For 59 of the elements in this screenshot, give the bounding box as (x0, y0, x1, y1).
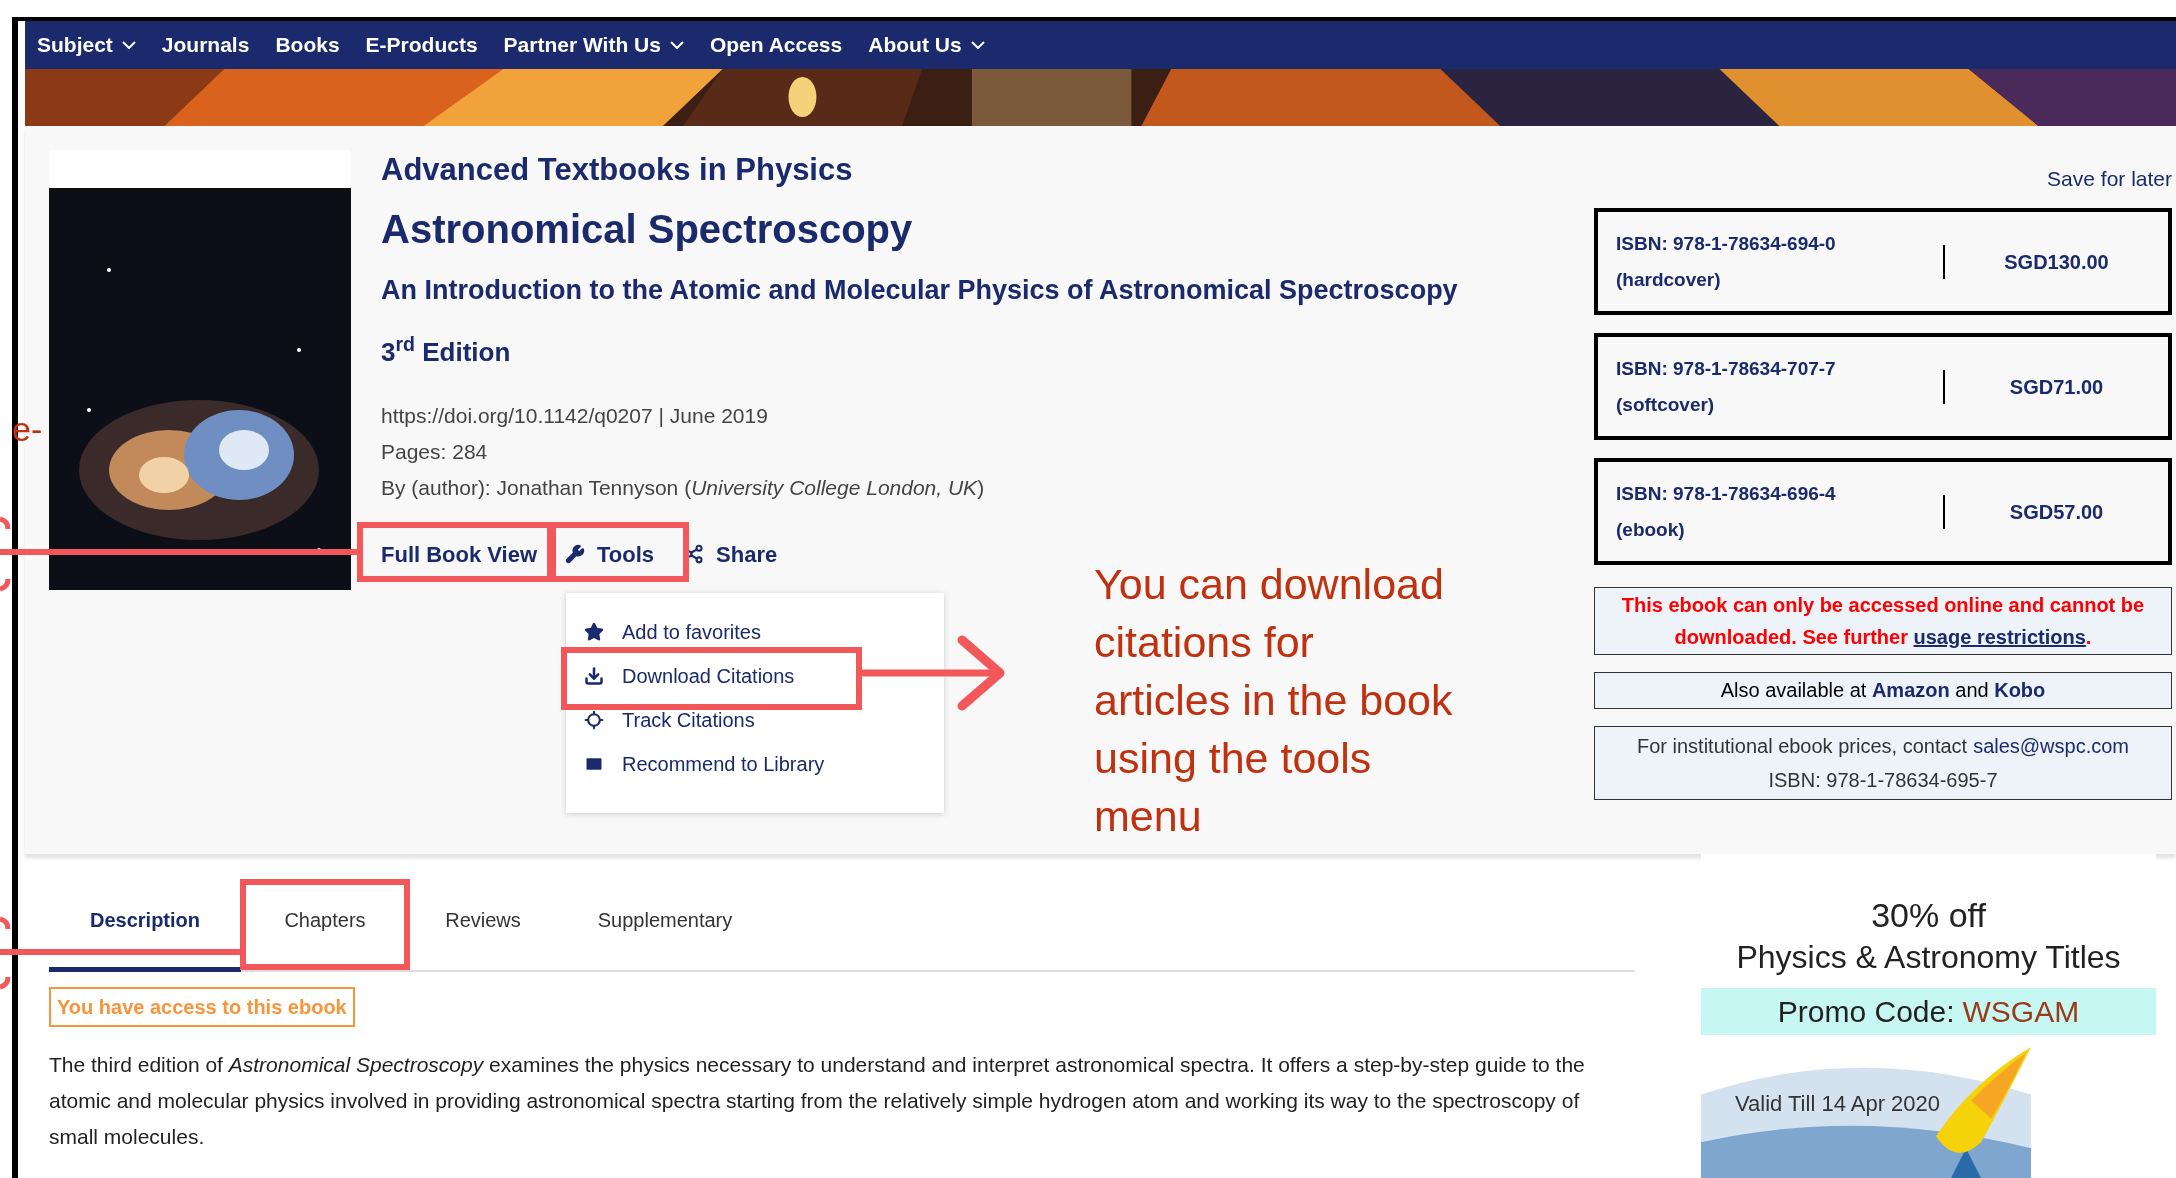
share-button[interactable]: Share (684, 536, 778, 572)
section-tab[interactable]: Supplementary (557, 872, 773, 972)
chevron-down-icon (669, 41, 684, 49)
chevron-down-icon (121, 41, 136, 49)
book-description: The third edition of Astronomical Spectroscopy examines the physics necessary to understand and interpret astronomical spectra. It offers a step-by-step guide to the atomic and molecular physics involved in providing astronomical spectra starting from the relatively simple hydrogen atom and working its way to the spectroscopy of small molecules. (49, 1052, 1586, 1150)
availability-notice: Also available at Amazon and Kobo (1594, 672, 2172, 709)
price-option-card[interactable]: ISBN: 978-1-78634-696-4 (ebook) SGD57.00 (1594, 458, 2172, 565)
section-tab[interactable]: Chapters (241, 872, 409, 972)
access-badge: You have access to this ebook (49, 987, 355, 1027)
edition-label: 3$^{rd}$ Edition (381, 334, 512, 369)
nav-menu-item[interactable]: Open Access (709, 29, 843, 61)
tools-menu-item[interactable]: Track Citations (566, 698, 944, 742)
callout-text: You can download citations for articles in the book using the tools menu (1094, 559, 1454, 842)
discount-headline: 30% off (1870, 895, 1987, 936)
book-title: Astronomical Spectroscopy (381, 206, 914, 253)
save-for-later-link[interactable]: Save for later (2047, 164, 2172, 194)
author-line: By (author): Jonathan Tennyson (University College London, UK) (381, 475, 986, 501)
nav-menu-item[interactable]: Subject (37, 29, 136, 61)
crosshair-icon (584, 710, 604, 730)
isbn-number: ISBN: 978-1-78634-694-0 (1616, 231, 1837, 256)
price-label: SGD130.00 (2003, 249, 2110, 275)
sales-email-link[interactable]: sales@wspc.com (1973, 729, 2130, 763)
download-icon (584, 666, 604, 686)
tools-menu-item[interactable]: Download Citations (566, 654, 944, 698)
format-label: (softcover) (1616, 392, 1716, 417)
tools-menu-item[interactable]: Add to favorites (566, 610, 944, 654)
usage-restrictions-link[interactable]: usage restrictions (1913, 626, 2086, 648)
format-label: (ebook) (1616, 517, 1686, 542)
chevron-down-icon (970, 41, 985, 49)
isbn-number: ISBN: 978-1-78634-707-7 (1616, 356, 1837, 381)
full-book-view-button[interactable]: Full Book View (381, 536, 538, 572)
price-option-card[interactable]: ISBN: 978-1-78634-694-0 (hardcover) SGD130.00 (1594, 208, 2172, 315)
nav-menu-item[interactable]: About Us (868, 29, 985, 61)
book-subtitle: An Introduction to the Atomic and Molecular Physics of Astronomical Spectroscopy (381, 274, 1458, 307)
wrench-icon (565, 544, 586, 564)
tools-menu-item[interactable]: Recommend to Library (566, 742, 944, 786)
page-count: Pages: 284 (381, 439, 489, 465)
price-label: SGD57.00 (2008, 499, 2105, 525)
nav-menu-item[interactable]: Journals (161, 29, 250, 61)
price-label: SGD71.00 (2008, 374, 2105, 400)
restriction-notice: This ebook can only be accessed online and cannot be downloaded. See further usage restrictions. (1594, 587, 2172, 655)
star-icon (584, 622, 604, 642)
promo-code-label: Promo Code: (1777, 994, 1955, 1030)
section-tab[interactable]: Description (49, 872, 241, 972)
isbn-number: ISBN: 978-1-78634-696-4 (1616, 481, 1837, 506)
validity-date: Valid Till 14 Apr 2020 (1735, 1090, 1942, 1118)
nav-menu-item[interactable]: Books (275, 29, 340, 61)
series-title: Advanced Textbooks in Physics (381, 151, 854, 189)
nav-menu-item[interactable]: E-Products (365, 29, 478, 61)
promo-code: WSGAM (1962, 994, 2080, 1030)
institutional-prices-text: For institutional ebook prices, contact (1636, 734, 1968, 759)
price-option-card[interactable]: ISBN: 978-1-78634-707-7 (softcover) SGD71.00 (1594, 333, 2172, 440)
promo-subject: Physics & Astronomy Titles (1735, 938, 2122, 977)
doi-and-date: https://doi.org/10.1142/q0207 | June 2019 (381, 403, 769, 429)
section-tab[interactable]: Reviews (409, 872, 557, 972)
tools-button[interactable]: Tools (565, 536, 655, 572)
nav-menu-item[interactable]: Partner With Us (503, 29, 684, 61)
ebook-isbn: ISBN: 978-1-78634-695-7 (1768, 768, 1998, 793)
format-label: (hardcover) (1616, 267, 1722, 292)
